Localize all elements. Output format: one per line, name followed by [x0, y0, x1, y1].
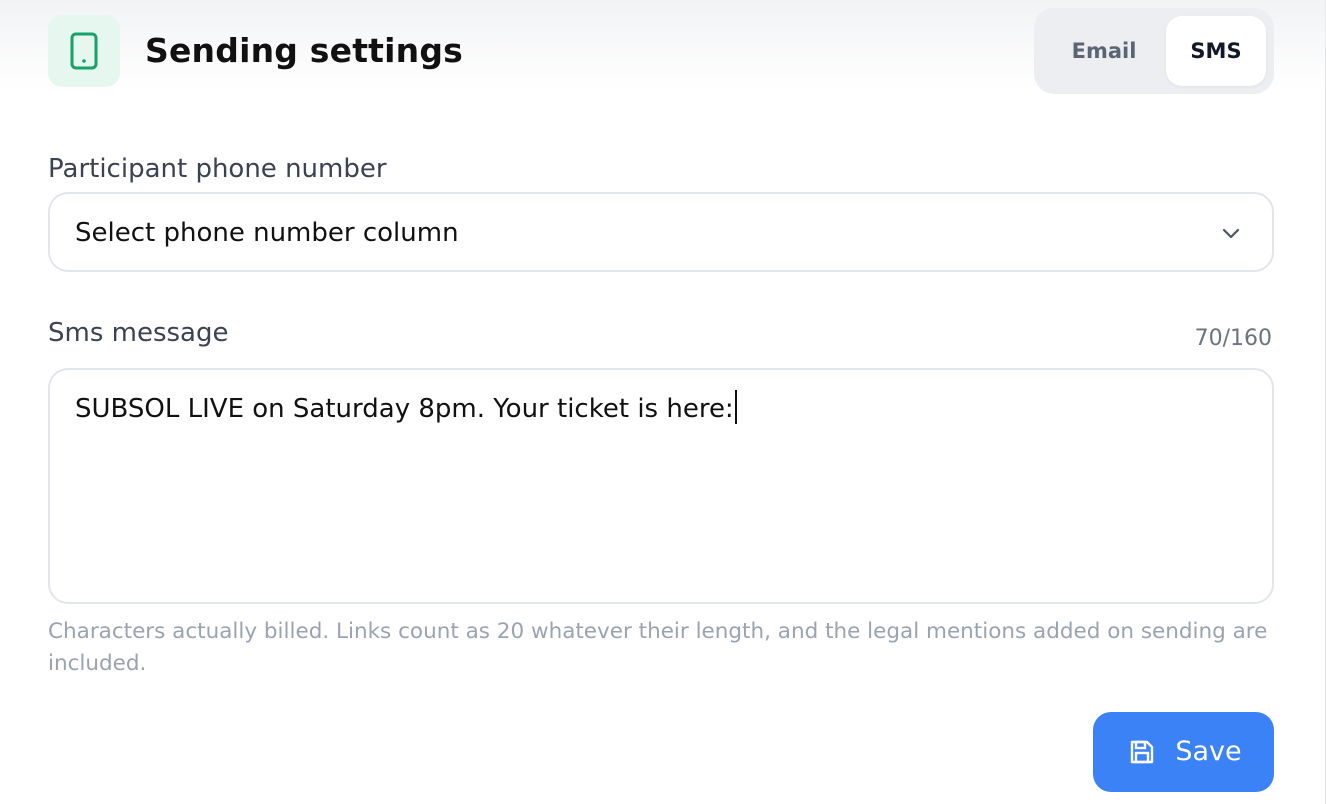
- text-caret: [734, 390, 737, 424]
- sms-message-value: SUBSOL LIVE on Saturday 8pm. Your ticket…: [75, 394, 734, 424]
- sending-settings-panel: Sending settings Email SMS Participant p…: [0, 0, 1326, 804]
- floppy-disk-icon: [1127, 737, 1157, 767]
- header-icon-container: [48, 15, 120, 87]
- save-button-label: Save: [1175, 736, 1242, 767]
- smartphone-icon: [70, 32, 98, 70]
- page-title: Sending settings: [145, 31, 464, 70]
- sms-message-label: Sms message: [48, 318, 229, 348]
- chevron-down-icon: [1222, 228, 1240, 239]
- phone-number-label: Participant phone number: [48, 154, 387, 184]
- phone-number-select[interactable]: Select phone number column: [48, 192, 1274, 272]
- character-counter: 70/160: [1194, 326, 1272, 351]
- tab-email[interactable]: Email: [1042, 16, 1166, 86]
- channel-toggle: Email SMS: [1034, 8, 1274, 94]
- phone-number-select-value: Select phone number column: [75, 218, 459, 248]
- sms-message-text: SUBSOL LIVE on Saturday 8pm. Your ticket…: [75, 390, 737, 428]
- tab-sms[interactable]: SMS: [1166, 16, 1266, 86]
- sms-message-textarea[interactable]: SUBSOL LIVE on Saturday 8pm. Your ticket…: [48, 368, 1274, 604]
- billing-help-text: Characters actually billed. Links count …: [48, 619, 1268, 676]
- save-button[interactable]: Save: [1093, 712, 1274, 792]
